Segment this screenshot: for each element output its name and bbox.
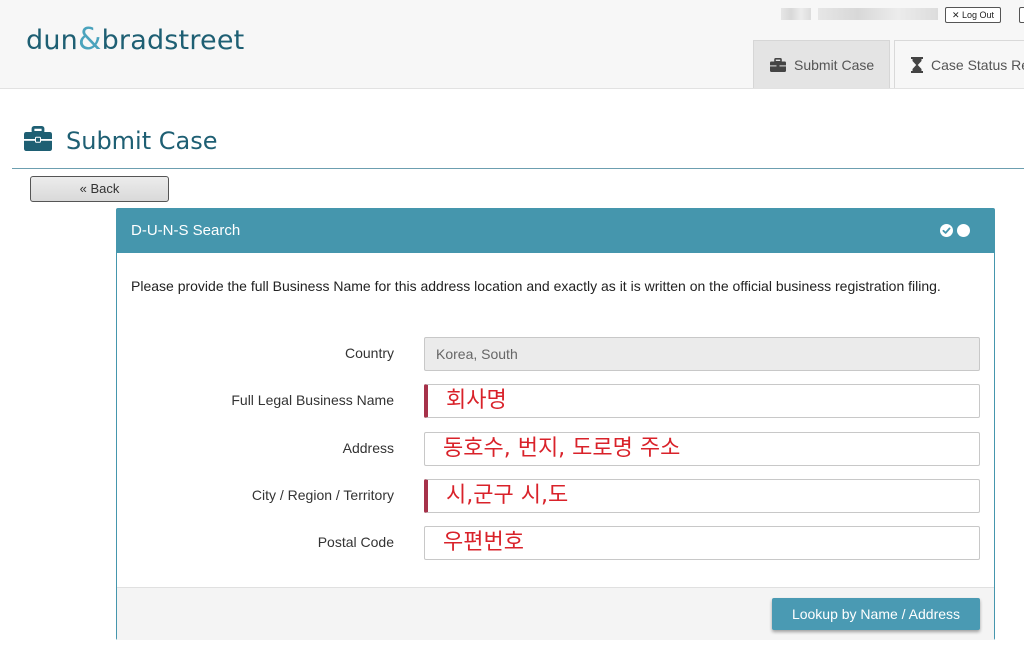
tab-submit-case-label: Submit Case xyxy=(794,56,875,73)
tab-case-status[interactable]: Case Status Re xyxy=(894,40,1024,88)
lookup-button[interactable]: Lookup by Name / Address xyxy=(772,598,980,630)
business-name-input[interactable]: 회사명 xyxy=(424,384,980,418)
logo-text-dun: dun xyxy=(26,25,78,56)
city-region-input[interactable]: 시,군구 시,도 xyxy=(424,479,980,513)
city-region-label: City / Region / Territory xyxy=(251,487,394,503)
title-divider xyxy=(12,168,1024,169)
tab-submit-case[interactable]: Submit Case xyxy=(753,40,890,88)
page-title-text: Submit Case xyxy=(66,127,218,155)
dot-icon xyxy=(957,224,970,237)
page-title: Submit Case xyxy=(24,125,218,156)
check-dot-icon xyxy=(940,224,953,237)
blurred-user-info xyxy=(781,8,811,20)
postal-code-input[interactable]: 우편번호 xyxy=(424,526,980,560)
header-extra-button[interactable] xyxy=(1019,7,1024,23)
address-label: Address xyxy=(342,440,394,456)
header-bar: dun&bradstreet ✕ Log Out Submit Case Cas… xyxy=(0,0,1024,89)
business-name-label: Full Legal Business Name xyxy=(231,392,394,408)
briefcase-icon xyxy=(24,125,52,156)
blurred-user-info xyxy=(818,8,938,20)
close-x-icon: ✕ xyxy=(951,10,960,20)
country-label: Country xyxy=(344,345,394,361)
dnb-logo[interactable]: dun&bradstreet xyxy=(26,22,244,57)
postal-code-label: Postal Code xyxy=(317,534,394,550)
logo-text-bradstreet: bradstreet xyxy=(101,25,245,56)
panel-title: D-U-N-S Search xyxy=(131,222,241,239)
panel-header: D-U-N-S Search xyxy=(117,209,994,253)
hourglass-icon xyxy=(911,56,923,73)
back-button[interactable]: « Back xyxy=(30,176,169,202)
instructions-text: Please provide the full Business Name fo… xyxy=(131,278,941,294)
tab-case-status-label: Case Status Re xyxy=(931,56,1024,73)
duns-search-panel: D-U-N-S Search Please provide the full B… xyxy=(116,208,995,640)
panel-footer: Lookup by Name / Address xyxy=(117,587,994,640)
logo-ampersand: & xyxy=(77,22,102,57)
logout-label: Log Out xyxy=(962,10,995,20)
briefcase-icon xyxy=(770,57,786,72)
address-input[interactable]: 동호수, 번지, 도로명 주소 xyxy=(424,432,980,466)
country-field: Korea, South xyxy=(424,337,980,371)
logout-button[interactable]: ✕ Log Out xyxy=(945,7,1001,23)
